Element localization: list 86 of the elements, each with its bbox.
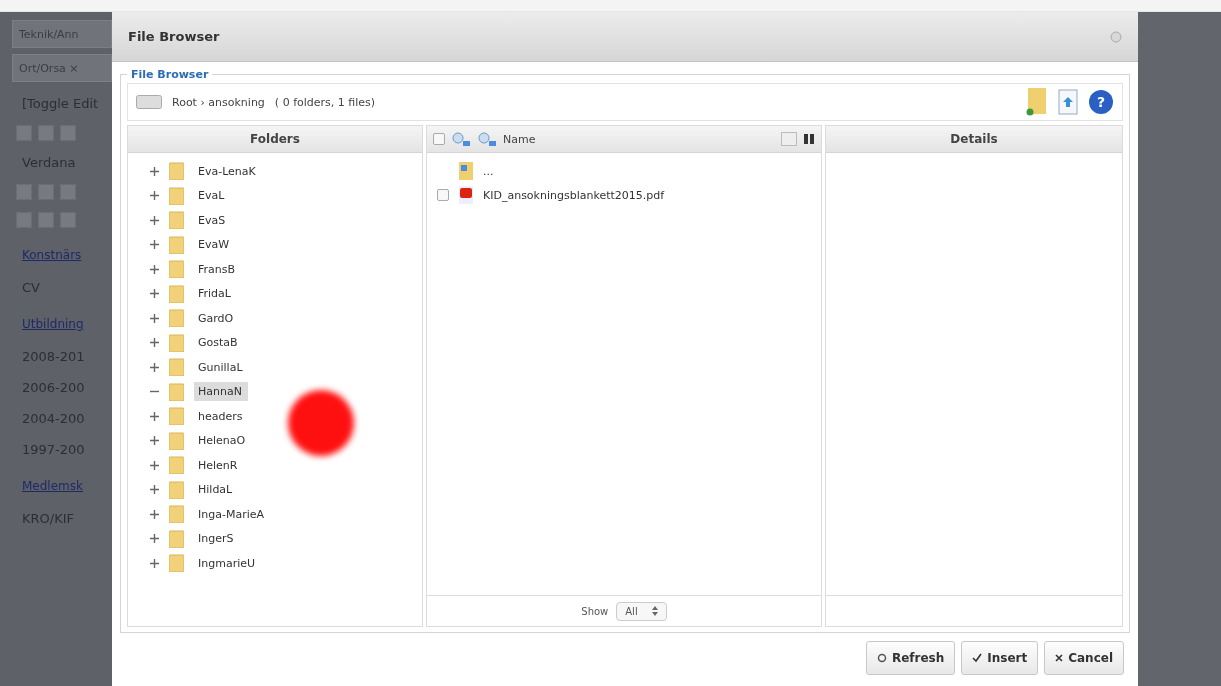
upload-file-icon[interactable] — [1058, 89, 1078, 115]
folder-icon — [169, 260, 184, 279]
folder-summary: ( 0 folders, 1 files) — [274, 95, 376, 109]
toolbar-icon — [60, 184, 76, 200]
folder-icon — [169, 333, 184, 352]
plus-icon[interactable] — [150, 166, 159, 176]
folder-icon — [169, 431, 184, 450]
refresh-button[interactable]: Refresh — [865, 641, 956, 675]
plus-icon[interactable] — [150, 240, 159, 250]
breadcrumb[interactable]: Root › ansokning — [172, 95, 265, 109]
folder-item[interactable]: EvaS — [194, 210, 232, 230]
refresh-icon — [876, 653, 887, 663]
plus-icon[interactable] — [150, 460, 159, 470]
folder-item[interactable]: HelenaO — [194, 431, 252, 451]
folder-icon — [169, 284, 184, 303]
checkbox[interactable] — [437, 189, 449, 201]
toolbar-icon — [38, 125, 54, 141]
checkbox[interactable] — [433, 133, 445, 145]
dialog-title: File Browser — [128, 29, 220, 44]
plus-icon[interactable] — [150, 215, 159, 225]
insert-button[interactable]: Insert — [961, 641, 1039, 675]
toolbar-icon — [16, 212, 32, 228]
toolbar-icon — [60, 212, 76, 228]
folder-item[interactable]: HelenR — [194, 455, 244, 475]
help-icon[interactable]: ? — [1088, 89, 1114, 115]
check-icon — [972, 653, 983, 663]
drive-icon — [136, 95, 162, 109]
show-label: Show — [581, 605, 609, 617]
plus-icon[interactable] — [150, 436, 159, 446]
folder-item[interactable]: GostaB — [194, 333, 244, 353]
folder-icon — [169, 358, 184, 377]
folder-item[interactable]: EvaL — [194, 186, 231, 206]
folder-item[interactable]: FridaL — [194, 284, 237, 304]
new-folder-icon[interactable] — [1026, 88, 1048, 116]
plus-icon[interactable] — [150, 313, 159, 323]
toolbar-icon — [38, 184, 54, 200]
folder-icon — [169, 480, 184, 499]
folder-icon — [169, 407, 184, 426]
toolbar-icon — [60, 125, 76, 141]
zoom-in-icon[interactable] — [451, 131, 471, 147]
panel-legend: File Browser — [127, 68, 213, 81]
folder-item[interactable]: GunillaL — [194, 357, 249, 377]
folder-item[interactable]: IngmarieU — [194, 553, 262, 573]
folder-item[interactable]: EvaW — [194, 235, 236, 255]
close-icon — [1055, 654, 1064, 662]
column-header[interactable]: Name — [503, 132, 536, 146]
column-header: Details — [826, 126, 1122, 153]
file-name[interactable]: ... — [483, 164, 494, 178]
column-header: Folders — [128, 126, 422, 153]
folder-item[interactable]: HildaL — [194, 480, 239, 500]
folder-icon — [169, 309, 184, 328]
plus-icon[interactable] — [150, 509, 159, 519]
plus-icon[interactable] — [150, 289, 159, 299]
plus-icon[interactable] — [150, 338, 159, 348]
zoom-out-icon[interactable] — [477, 131, 497, 147]
toolbar-icon — [16, 184, 32, 200]
folder-icon — [169, 505, 184, 524]
folder-icon — [169, 186, 184, 205]
folder-item[interactable]: headers — [194, 406, 249, 426]
pdf-icon — [459, 186, 473, 204]
folder-icon — [169, 235, 184, 254]
plus-icon[interactable] — [150, 485, 159, 495]
folder-icon — [169, 211, 184, 230]
plus-icon[interactable] — [150, 264, 159, 274]
folder-item[interactable]: Eva-LenaK — [194, 161, 262, 181]
plus-icon[interactable] — [150, 191, 159, 201]
folder-icon — [169, 382, 184, 401]
plus-icon[interactable] — [150, 558, 159, 568]
show-select[interactable]: All — [616, 601, 667, 621]
cancel-button[interactable]: Cancel — [1044, 641, 1124, 675]
file-name[interactable]: KID_ansokningsblankett2015.pdf — [483, 188, 665, 202]
folder-item[interactable]: HannaN — [194, 382, 248, 402]
folder-icon — [169, 456, 184, 475]
toolbar-icon — [16, 125, 32, 141]
folder-icon — [169, 162, 184, 181]
plus-icon[interactable] — [150, 534, 159, 544]
folder-icon — [169, 554, 184, 573]
updown-icon — [651, 605, 658, 616]
toolbar-icon — [38, 212, 54, 228]
folder-item[interactable]: GardO — [194, 308, 240, 328]
folder-item[interactable]: Inga-MarieA — [194, 504, 270, 524]
plus-icon[interactable] — [150, 411, 159, 421]
folder-icon — [169, 529, 184, 548]
folder-item[interactable]: FransB — [194, 259, 242, 279]
folder-item[interactable]: IngerS — [194, 529, 240, 549]
plus-icon[interactable] — [150, 362, 159, 372]
